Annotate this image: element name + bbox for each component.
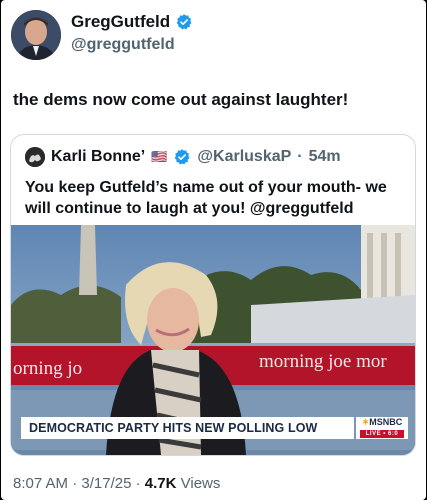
avatar[interactable] bbox=[11, 10, 61, 60]
views-label: Views bbox=[176, 475, 221, 492]
quoted-handle[interactable]: @KarluskaP bbox=[197, 148, 291, 166]
network-name: MSNBC bbox=[369, 417, 403, 427]
author-handle[interactable]: @greggutfeld bbox=[71, 36, 175, 54]
live-badge: LIVE • 6:0 bbox=[360, 430, 404, 438]
network-logo: ✶MSNBC LIVE • 6:0 bbox=[356, 417, 408, 439]
time-separator: · bbox=[297, 148, 303, 165]
quoted-tweet-text: You keep Gutfeld’s name out of your mout… bbox=[25, 179, 387, 217]
video-thumbnail[interactable]: orning jo morning joe mor DEMOCRATIC PAR… bbox=[11, 225, 415, 455]
news-chyron: DEMOCRATIC PARTY HITS NEW POLLING LOW bbox=[21, 417, 354, 439]
post-date[interactable]: 3/17/25 bbox=[81, 475, 131, 492]
author-display-name[interactable]: GregGutfeld bbox=[71, 12, 193, 32]
banner-right-text: morning joe mor bbox=[259, 351, 387, 372]
tweet-text: the dems now come out against laughter! bbox=[13, 90, 349, 109]
verified-badge-icon bbox=[176, 14, 192, 30]
author-name[interactable]: GregGutfeld bbox=[71, 12, 170, 32]
us-flag-icon: 🇺🇸 bbox=[151, 149, 168, 164]
quoted-tweet-header: Karli Bonne’ 🇺🇸 @KarluskaP · 54m bbox=[25, 147, 341, 167]
tweet-meta: 8:07 AM · 3/17/25 · 4.7K Views bbox=[13, 475, 220, 492]
tweet-card: GregGutfeld @greggutfeld the dems now co… bbox=[1, 0, 426, 500]
meta-separator: · bbox=[131, 475, 145, 492]
quoted-display-name[interactable]: Karli Bonne’ bbox=[51, 148, 145, 166]
quoted-tweet[interactable]: Karli Bonne’ 🇺🇸 @KarluskaP · 54m You kee… bbox=[10, 134, 416, 456]
quoted-avatar[interactable] bbox=[25, 147, 45, 167]
verified-badge-icon bbox=[175, 149, 190, 165]
post-time[interactable]: 8:07 AM bbox=[13, 475, 68, 492]
quoted-time[interactable]: 54m bbox=[309, 148, 341, 166]
banner-left-text: orning jo bbox=[13, 358, 83, 379]
meta-separator: · bbox=[68, 475, 82, 492]
view-count: 4.7K bbox=[144, 475, 177, 492]
